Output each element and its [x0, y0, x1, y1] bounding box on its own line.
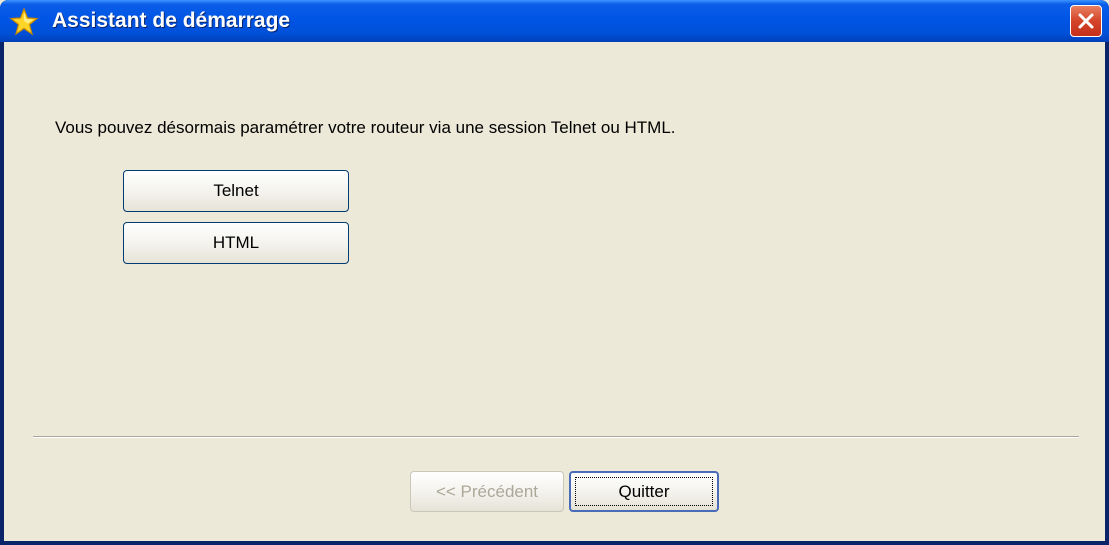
html-button[interactable]: HTML: [123, 222, 349, 264]
close-button[interactable]: [1070, 5, 1102, 37]
title-bar[interactable]: Assistant de démarrage: [0, 0, 1109, 42]
wizard-body: Vous pouvez désormais paramétrer votre r…: [4, 42, 1105, 541]
telnet-button[interactable]: Telnet: [123, 170, 349, 212]
footer-separator: [33, 436, 1079, 438]
close-icon: [1078, 13, 1094, 29]
previous-button[interactable]: << Précédent: [410, 471, 564, 512]
wizard-window: Assistant de démarrage Vous pouvez désor…: [0, 0, 1109, 545]
focus-rectangle: [575, 477, 713, 506]
star-icon: [10, 8, 38, 36]
instruction-text: Vous pouvez désormais paramétrer votre r…: [55, 118, 676, 137]
window-title: Assistant de démarrage: [52, 9, 291, 32]
quit-button[interactable]: Quitter: [569, 471, 719, 512]
